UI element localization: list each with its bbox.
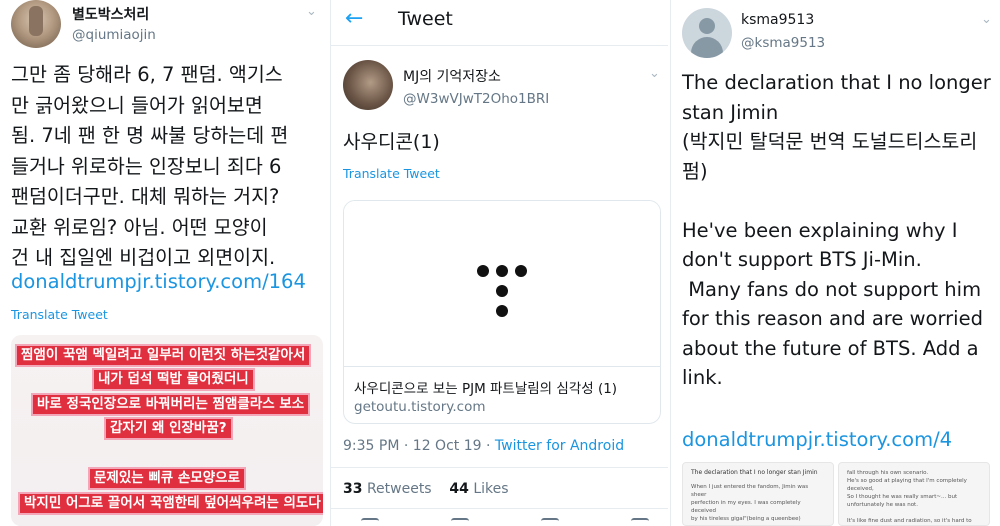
page-title: Tweet — [398, 8, 453, 30]
retweet-icon[interactable] — [451, 518, 469, 526]
image-text-line: It's like fine dust and radiation, so it… — [847, 518, 972, 524]
chevron-down-icon[interactable]: ⌄ — [649, 66, 660, 81]
image-text-line: fall through his own scenario. — [847, 470, 929, 476]
retweets-label[interactable]: Retweets — [367, 481, 432, 497]
tweet-line: The declaration that I no longer — [682, 71, 991, 94]
likes-count[interactable]: 44 — [449, 481, 468, 497]
tweet-link[interactable]: donaldtrumpjr.tistory.com/164 — [11, 267, 306, 297]
user-handle[interactable]: @ksma9513 — [741, 35, 825, 51]
avatar[interactable] — [11, 0, 61, 48]
tweet-line: 만 긁어왔으니 들어가 읽어보면 — [11, 93, 263, 117]
avatar[interactable] — [343, 60, 393, 110]
chevron-down-icon[interactable]: ⌄ — [981, 12, 992, 27]
image-text-line: So I thought he was really smart~... but — [847, 494, 958, 500]
tweet-meta: 9:35 PM · 12 Oct 19 · Twitter for Androi… — [343, 438, 624, 454]
divider — [331, 467, 668, 468]
image-text-line: He's so good at playing that I'm complet… — [847, 478, 967, 484]
tweet-date: 12 Oct 19 — [412, 438, 482, 454]
tweet-line: 교환 위로임? 아님. 어떤 모양이 — [11, 215, 268, 239]
image-caption-line: 바로 정국인장으로 바꿔버리는 찜앰클라스 보소 — [33, 395, 309, 414]
tweet-time: 9:35 PM — [343, 438, 400, 454]
card-logo-dot — [496, 285, 508, 297]
reply-icon[interactable] — [361, 518, 379, 526]
image-title: The declaration that I no longer stan Ji… — [691, 469, 818, 476]
tweet-line: 들거나 위로하는 인장보니 죄다 6 — [11, 154, 282, 178]
divider — [331, 508, 668, 509]
tweet-line: 팬덤이더구만. 대체 뭐하는 거지? — [11, 185, 280, 208]
image-caption-line: 박지민 어그로 끌어서 꾹앰한테 덮어씌우려는 의도다 — [20, 494, 323, 513]
translate-tweet-link[interactable]: Translate Tweet — [343, 166, 440, 181]
tweet-panel-middle: ← Tweet MJ의 기억저장소 @W3wVJwT2Oho1BRI ⌄ 사우디… — [330, 0, 668, 526]
link-card[interactable]: 사우디콘으로 보는 PJM 파트날림의 심각성 (1) getoutu.tist… — [343, 200, 661, 424]
tweet-line: for this reason and are worried — [682, 307, 983, 330]
card-image — [344, 201, 660, 367]
image-caption-line: 찜앰이 꾹앰 멕일려고 일부러 이런짓 하는것같아서 — [17, 346, 310, 365]
tweet-stats: 33 Retweets 44 Likes — [343, 481, 509, 497]
meta-separator: · — [485, 438, 495, 454]
tweet-header: ← Tweet — [331, 0, 668, 46]
image-blank-line — [847, 509, 981, 517]
tweet-line: Many fans do not support him — [682, 277, 982, 301]
tweet-line: 됨. 7네 팬 한 명 싸불 당하는데 편 — [11, 124, 289, 147]
user-name[interactable]: ksma9513 — [741, 12, 814, 28]
user-handle[interactable]: @qiumiaojin — [72, 27, 156, 43]
tweet-panel-left: 별도박스처리 @qiumiaojin ⌄ 그만 좀 당해라 6, 7 팬덤. 액… — [0, 0, 328, 526]
tweet-line: 펌) — [682, 159, 708, 183]
user-name[interactable]: 별도박스처리 — [72, 4, 149, 24]
tweet-panel-right: ksma9513 @ksma9513 ⌄ The declaration tha… — [670, 0, 1000, 526]
card-logo-dot — [477, 265, 489, 277]
user-handle[interactable]: @W3wVJwT2Oho1BRI — [403, 91, 549, 107]
likes-label[interactable]: Likes — [473, 481, 508, 497]
card-logo-dot — [515, 265, 527, 277]
tweet-line: don't support BTS Ji-Min. — [682, 248, 922, 271]
image-text-line: unfortunately he was not. — [847, 502, 918, 508]
tweet-actions — [343, 512, 663, 526]
tweet-line: He've been explaining why I — [682, 218, 958, 242]
card-url: getoutu.tistory.com — [354, 399, 486, 415]
tweet-source-link[interactable]: Twitter for Android — [495, 438, 624, 454]
user-name[interactable]: MJ의 기억저장소 — [403, 66, 501, 86]
image-caption-line: 문제있는 삐큐 손모양으로 — [90, 469, 245, 488]
tweet-line: 그만 좀 당해라 6, 7 팬덤. 액기스 — [11, 63, 283, 86]
card-title: 사우디콘으로 보는 PJM 파트날림의 심각성 (1) — [354, 381, 618, 397]
back-arrow-icon[interactable]: ← — [345, 6, 363, 31]
avatar[interactable] — [682, 8, 732, 58]
tweet-image[interactable]: fall through his own scenario. He's so g… — [838, 462, 990, 526]
image-caption-line: 내가 덥석 떡밥 물어줬더니 — [94, 370, 253, 389]
image-text-line: by his tireless gigal"(being a queenbee) — [691, 516, 801, 522]
tweet-image[interactable]: 찜앰이 꾹앰 멕일려고 일부러 이런짓 하는것같아서 내가 덥석 떡밥 물어줬더… — [11, 335, 323, 526]
tweet-line: (박지민 탈덕문 번역 도널드티스토리 — [682, 130, 978, 153]
default-avatar-body — [691, 37, 723, 58]
tweet-text: 그만 좀 당해라 6, 7 팬덤. 액기스 만 긁어왔으니 들어가 읽어보면 됨… — [11, 60, 323, 274]
image-caption-line: 갑자기 왜 인장바꿈? — [106, 419, 231, 438]
share-icon[interactable] — [631, 518, 649, 526]
meta-separator: · — [403, 438, 413, 454]
tweet-image[interactable]: The declaration that I no longer stan Ji… — [682, 462, 834, 526]
tweet-line: about the future of BTS. Add a — [682, 336, 979, 360]
image-text-line: perfection in my eyes. I was completely … — [691, 500, 801, 514]
image-text-line: When I just entered the fandom, Jimin wa… — [691, 484, 809, 498]
tweet-line: stan Jimin — [682, 100, 779, 124]
retweets-count[interactable]: 33 — [343, 481, 362, 497]
default-avatar-head — [699, 18, 715, 34]
card-logo-dot — [496, 305, 508, 317]
like-icon[interactable] — [541, 518, 559, 526]
tweet-line: link. — [682, 366, 723, 389]
image-text-line: deceived, — [847, 486, 874, 492]
translate-tweet-link[interactable]: Translate Tweet — [11, 307, 108, 322]
tweet-link[interactable]: donaldtrumpjr.tistory.com/4 — [682, 425, 952, 454]
tweet-text: The declaration that I no longer stan Ji… — [682, 68, 997, 393]
chevron-down-icon[interactable]: ⌄ — [306, 4, 317, 19]
tweet-text: 사우디콘(1) — [343, 131, 440, 153]
card-logo-dot — [496, 265, 508, 277]
